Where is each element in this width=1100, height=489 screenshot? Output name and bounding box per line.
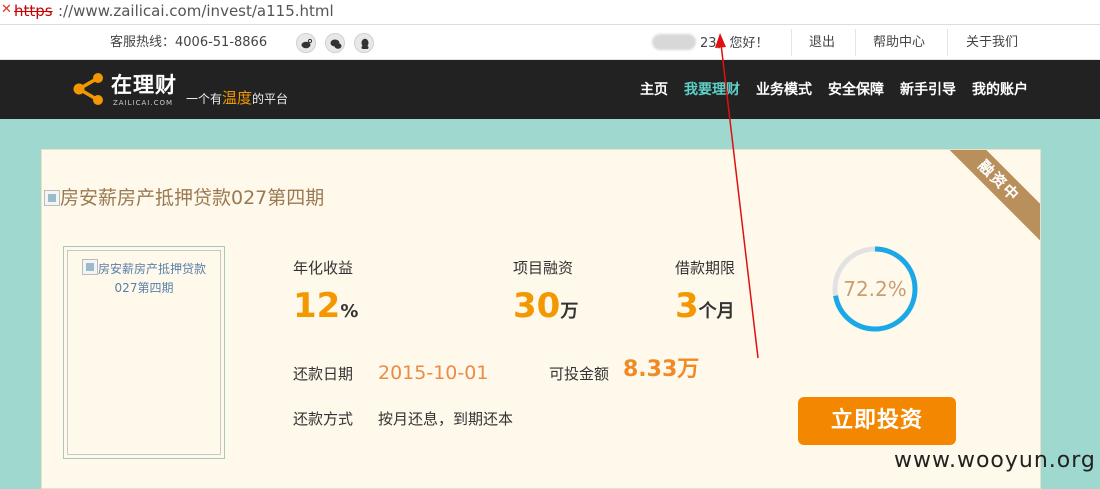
qq-icon[interactable] — [354, 33, 374, 53]
repay-date-label: 还款日期 — [293, 365, 354, 383]
page-root: ✕ https ://www.zailicai.com/invest/a115.… — [0, 0, 1100, 489]
browser-url-bar[interactable]: ✕ https ://www.zailicai.com/invest/a115.… — [0, 0, 1100, 25]
nav-home[interactable]: 主页 — [640, 81, 668, 99]
slogan-pre: 一个有 — [186, 92, 223, 106]
term-number: 3 — [675, 286, 699, 326]
url-path: ://www.zailicai.com/invest/a115.html — [58, 2, 334, 20]
blurred-username — [652, 34, 696, 50]
slogan-highlight: 温度 — [222, 89, 253, 107]
progress-text: 72.2% — [843, 277, 907, 301]
wechat-icon[interactable] — [325, 33, 345, 53]
hotline-text: 客服热线：4006-51-8866 — [110, 35, 268, 50]
financing-unit: 万 — [560, 301, 579, 322]
about-us-link[interactable]: 关于我们 — [966, 34, 1018, 52]
progress-ring: 72.2% — [832, 246, 918, 332]
yield-unit: % — [340, 301, 359, 322]
nav-invest[interactable]: 我要理财 — [684, 81, 740, 99]
main-header: 在理财 ZAILICAI.COM 一个有温度的平台 主页 我要理财 业务模式 安… — [0, 60, 1100, 119]
help-center-link[interactable]: 帮助中心 — [873, 34, 925, 52]
repay-method-value: 按月还息，到期还本 — [378, 410, 514, 428]
project-title-alt: 房安薪房产抵押贷款027第四期 — [60, 187, 325, 209]
nav-business-model[interactable]: 业务模式 — [756, 81, 812, 99]
financing-label: 项目融资 — [513, 259, 574, 277]
logout-link[interactable]: 退出 — [809, 34, 835, 52]
nav-my-account[interactable]: 我的账户 — [972, 81, 1028, 99]
financing-number: 30 — [513, 286, 561, 326]
project-thumbnail[interactable]: 房安薪房产抵押贷款027第四期 — [63, 246, 225, 459]
divider — [947, 29, 948, 56]
available-amount-value: 8.33万 — [623, 357, 700, 382]
repay-method-label: 还款方式 — [293, 410, 354, 428]
welcome-text: 23，您好！ — [652, 34, 769, 53]
project-card: 融资中 房安薪房产抵押贷款027第四期 房安薪房产抵押贷款027第四期 年化收益… — [41, 149, 1041, 489]
divider — [855, 29, 856, 56]
project-title-image: 房安薪房产抵押贷款027第四期 — [44, 186, 324, 210]
invest-now-button[interactable]: 立即投资 — [798, 397, 956, 445]
logo-slogan: 一个有温度的平台 — [186, 90, 288, 107]
watermark-text: www.wooyun.org — [894, 448, 1096, 473]
broken-image-icon — [81, 259, 98, 275]
available-amount-label: 可投金额 — [549, 365, 610, 383]
insecure-icon: ✕ — [1, 2, 12, 17]
annual-yield-label: 年化收益 — [293, 259, 354, 277]
repay-date-value: 2015-10-01 — [378, 362, 489, 384]
logo-domain: ZAILICAI.COM — [113, 99, 174, 107]
yield-number: 12 — [293, 286, 341, 326]
nav-beginner-guide[interactable]: 新手引导 — [900, 81, 956, 99]
weibo-icon[interactable] — [296, 33, 316, 53]
slogan-post: 的平台 — [252, 92, 289, 106]
thumbnail-alt: 房安薪房产抵押贷款027第四期 — [97, 262, 206, 295]
term-value: 3个月 — [675, 286, 735, 332]
annual-yield-value: 12% — [293, 286, 358, 332]
url-scheme: https — [14, 2, 53, 20]
status-ribbon: 融资中 — [936, 150, 1040, 244]
broken-image-icon — [44, 190, 60, 206]
logo-name[interactable]: 在理财 — [111, 72, 177, 98]
logo-icon[interactable] — [72, 71, 106, 107]
nav-security[interactable]: 安全保障 — [828, 81, 884, 99]
welcome-label: 23，您好！ — [700, 36, 769, 51]
term-unit: 个月 — [698, 301, 735, 322]
term-label: 借款期限 — [675, 259, 736, 277]
top-info-bar: 客服热线：4006-51-8866 23，您好！ 退出 帮助中心 关于我们 — [0, 25, 1100, 60]
financing-value: 30万 — [513, 286, 578, 332]
divider — [791, 29, 792, 56]
